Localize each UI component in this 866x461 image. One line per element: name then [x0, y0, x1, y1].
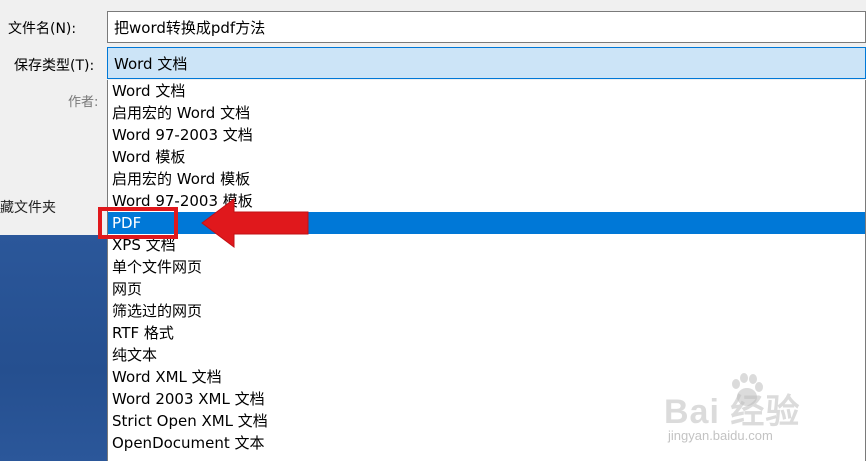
list-item-word-97-2003-doc[interactable]: Word 97-2003 文档 — [108, 124, 865, 146]
filename-value: 把word转换成pdf方法 — [114, 18, 266, 37]
list-item-word-macro-template[interactable]: 启用宏的 Word 模板 — [108, 168, 865, 190]
filename-input[interactable]: 把word转换成pdf方法 — [107, 11, 866, 43]
author-label: 作者: — [68, 95, 99, 110]
paw-icon — [732, 373, 763, 406]
red-arrow-icon — [201, 198, 309, 248]
list-item-word-template[interactable]: Word 模板 — [108, 146, 865, 168]
save-type-value: Word 文档 — [114, 54, 188, 73]
save-type-label: 保存类型(T): — [14, 58, 95, 74]
baidu-watermark: Bai 经验 jingyan.baidu.com — [664, 370, 834, 450]
save-type-select[interactable]: Word 文档 — [107, 47, 866, 79]
watermark-url: jingyan.baidu.com — [668, 428, 773, 443]
favorites-folder-label[interactable]: 藏文件夹 — [0, 197, 56, 217]
filename-label: 文件名(N): — [8, 21, 77, 37]
save-as-dialog: 文件名(N): 把word转换成pdf方法 保存类型(T): Word 文档 作… — [0, 0, 866, 461]
list-item-single-file-web[interactable]: 单个文件网页 — [108, 256, 865, 278]
list-item-word-doc[interactable]: Word 文档 — [108, 80, 865, 102]
pdf-highlight-box — [98, 207, 178, 239]
backstage-background — [0, 235, 107, 461]
list-item-word-macro-doc[interactable]: 启用宏的 Word 文档 — [108, 102, 865, 124]
list-item-rtf[interactable]: RTF 格式 — [108, 322, 865, 344]
list-item-web-page[interactable]: 网页 — [108, 278, 865, 300]
list-item-filtered-web[interactable]: 筛选过的网页 — [108, 300, 865, 322]
list-item-plain-text[interactable]: 纯文本 — [108, 344, 865, 366]
